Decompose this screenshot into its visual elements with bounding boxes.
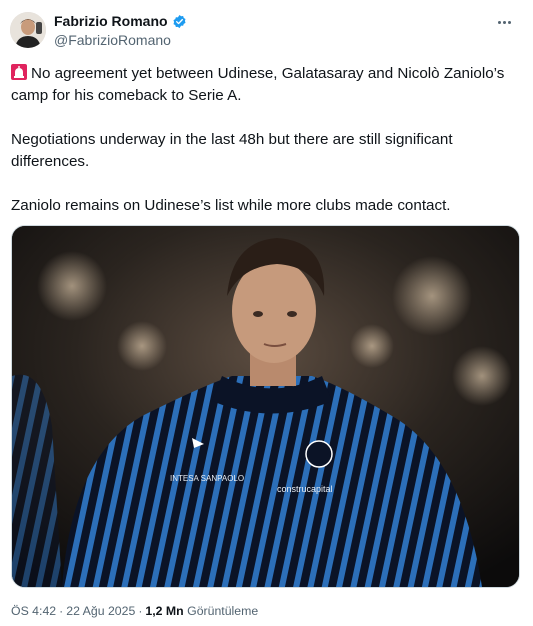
tweet-paragraph-2: Negotiations underway in the last 48h bu… [11,131,453,170]
jacket-sponsor-left: INTESA SANPAOLO [170,474,244,483]
tweet-meta: ÖS 4:42 · 22 Ağu 2025 · 1,2 Mn Görüntüleme [11,604,259,618]
more-options-icon[interactable] [493,14,515,30]
tweet-photo[interactable]: INTESA SANPAOLO construcapital [11,225,520,588]
siren-icon [11,64,27,80]
jacket-sponsor-right: construcapital [277,484,333,494]
author-handle[interactable]: @FabrizioRomano [54,32,171,48]
tweet-paragraph-1: No agreement yet between Udinese, Galata… [11,65,505,104]
views-count[interactable]: 1,2 Mn [145,604,183,618]
author-avatar[interactable] [10,12,46,48]
tweet-card[interactable]: Fabrizio Romano @FabrizioRomano No agree… [0,0,533,626]
tweet-date[interactable]: 22 Ağu 2025 [66,604,135,618]
author-display-name[interactable]: Fabrizio Romano [54,13,168,29]
verified-badge-icon [172,14,187,29]
tweet-paragraph-3: Zaniolo remains on Udinese’s list while … [11,197,451,214]
tweet-time[interactable]: ÖS 4:42 [11,604,56,618]
views-label: Görüntüleme [187,604,259,618]
tweet-text: No agreement yet between Udinese, Galata… [11,63,516,217]
